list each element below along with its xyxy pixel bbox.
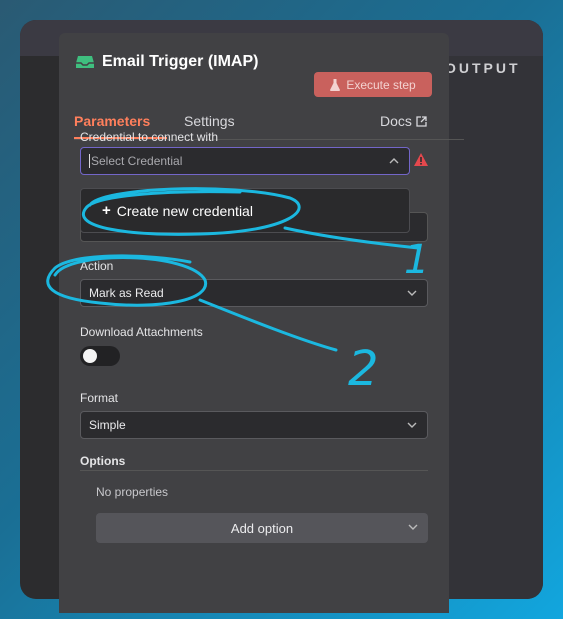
create-credential-option[interactable]: + Create new credential bbox=[102, 202, 253, 219]
chevron-down-icon bbox=[407, 422, 417, 428]
tab-settings[interactable]: Settings bbox=[184, 113, 235, 129]
output-pane bbox=[448, 56, 543, 599]
options-divider bbox=[80, 470, 428, 471]
toggle-knob bbox=[83, 349, 97, 363]
execute-step-label: Execute step bbox=[346, 77, 416, 92]
tab-parameters[interactable]: Parameters bbox=[74, 113, 150, 129]
no-properties-text: No properties bbox=[96, 485, 169, 499]
format-select[interactable]: Simple bbox=[80, 411, 428, 439]
node-title: Email Trigger (IMAP) bbox=[102, 53, 259, 70]
docs-link-label: Docs bbox=[380, 113, 412, 129]
add-option-button[interactable]: Add option bbox=[96, 513, 428, 543]
text-cursor bbox=[89, 154, 90, 168]
action-label: Action bbox=[80, 259, 114, 273]
format-value: Simple bbox=[89, 418, 126, 432]
chevron-down-icon bbox=[408, 524, 418, 530]
docs-link[interactable]: Docs bbox=[380, 113, 427, 129]
execute-step-button[interactable]: Execute step bbox=[314, 72, 432, 97]
credential-placeholder: Select Credential bbox=[91, 154, 183, 168]
chevron-down-icon bbox=[407, 290, 417, 296]
warning-icon bbox=[414, 153, 428, 166]
flask-icon bbox=[330, 78, 341, 91]
output-pane-label: OUTPUT bbox=[445, 60, 521, 76]
add-option-label: Add option bbox=[230, 520, 294, 536]
inbox-icon bbox=[76, 56, 94, 68]
action-select[interactable]: Mark as Read bbox=[80, 279, 428, 307]
credential-select[interactable]: Select Credential bbox=[80, 147, 410, 175]
plus-icon: + bbox=[102, 202, 111, 219]
format-label: Format bbox=[80, 391, 119, 405]
options-label: Options bbox=[80, 454, 126, 468]
download-attachments-label: Download Attachments bbox=[80, 325, 203, 339]
external-link-icon bbox=[416, 115, 427, 127]
action-value: Mark as Read bbox=[89, 286, 164, 300]
chevron-up-icon bbox=[389, 158, 399, 164]
credential-label: Credential to connect with bbox=[80, 130, 219, 144]
create-credential-label: Create new credential bbox=[116, 202, 253, 219]
download-attachments-toggle[interactable] bbox=[80, 346, 120, 366]
